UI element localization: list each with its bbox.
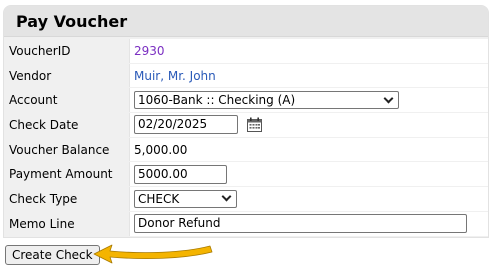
check-type-select[interactable]: CHECK — [134, 189, 237, 208]
vendor-link[interactable]: Muir, Mr. John — [134, 69, 216, 83]
voucher-form: VoucherID 2930 Vendor Muir, Mr. John Acc… — [4, 38, 488, 237]
form-row-account: Account 1060-Bank :: Checking (A) — [4, 88, 488, 113]
chevron-down-icon — [383, 93, 394, 104]
memo-line-label: Memo Line — [4, 211, 130, 236]
voucher-id-label: VoucherID — [4, 39, 130, 63]
pay-voucher-panel: Pay Voucher VoucherID 2930 Vendor Muir, … — [3, 5, 489, 238]
check-date-input[interactable]: 02/20/2025 — [134, 115, 238, 135]
payment-amount-input[interactable]: 5000.00 — [134, 164, 227, 184]
form-row-payment-amount: Payment Amount 5000.00 — [4, 162, 488, 187]
voucher-balance-value: 5,000.00 — [134, 142, 188, 157]
chevron-down-icon — [221, 192, 232, 202]
arrow-left-icon — [93, 244, 213, 264]
account-select-value: 1060-Bank :: Checking (A) — [138, 93, 296, 108]
form-row-voucher-balance: Voucher Balance 5,000.00 — [4, 137, 488, 162]
panel-title: Pay Voucher — [4, 6, 488, 37]
account-select[interactable]: 1060-Bank :: Checking (A) — [134, 91, 399, 110]
voucher-id-link[interactable]: 2930 — [134, 44, 165, 58]
calendar-icon[interactable] — [246, 117, 262, 133]
create-check-button[interactable]: Create Check — [5, 245, 100, 265]
memo-line-input[interactable]: Donor Refund — [134, 214, 467, 234]
check-type-select-value: CHECK — [138, 191, 180, 206]
payment-amount-label: Payment Amount — [4, 162, 130, 187]
form-row-check-date: Check Date 02/20/2025 — [4, 113, 488, 137]
form-row-voucher-id: VoucherID 2930 — [4, 39, 488, 63]
form-row-vendor: Vendor Muir, Mr. John — [4, 63, 488, 88]
vendor-label: Vendor — [4, 63, 130, 88]
account-label: Account — [4, 88, 130, 113]
check-type-label: Check Type — [4, 187, 130, 211]
check-date-label: Check Date — [4, 113, 130, 137]
voucher-balance-label: Voucher Balance — [4, 137, 130, 162]
form-row-check-type: Check Type CHECK — [4, 187, 488, 211]
form-row-memo-line: Memo Line Donor Refund — [4, 211, 488, 236]
